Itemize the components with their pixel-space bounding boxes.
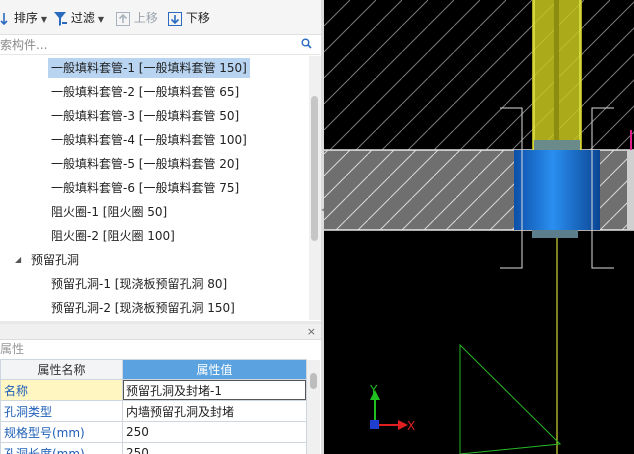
tree-item-label: 一般填料套管-1 [一般填料套管 150] bbox=[48, 58, 250, 78]
search-input[interactable] bbox=[0, 35, 296, 54]
property-name: 名称 bbox=[0, 379, 123, 401]
tree-item-label: 一般填料套管-5 [一般填料套管 20] bbox=[51, 157, 240, 171]
move-down-icon bbox=[168, 11, 182, 26]
tree-item-label: 一般填料套管-2 [一般填料套管 65] bbox=[51, 85, 240, 99]
move-down-button[interactable]: 下移 bbox=[168, 9, 210, 27]
move-down-label: 下移 bbox=[185, 11, 210, 25]
tree-item[interactable]: 一般填料套管-1 [一般填料套管 150] bbox=[0, 56, 308, 80]
tree-item-label: 预留孔洞-1 [现浇板预留孔洞 80] bbox=[51, 277, 228, 291]
move-up-icon bbox=[116, 11, 130, 26]
axis-y-label: Y bbox=[369, 383, 378, 397]
tree-item[interactable]: 一般填料套管-3 [一般填料套管 50] bbox=[0, 104, 308, 128]
tree-item[interactable]: 预留孔洞-1 [现浇板预留孔洞 80] bbox=[0, 272, 308, 296]
green-triangle bbox=[459, 343, 562, 454]
filter-label: 过滤 bbox=[70, 11, 95, 25]
tree-item-label: 一般填料套管-3 [一般填料套管 50] bbox=[51, 109, 240, 123]
property-value-input[interactable]: 预留孔洞及封堵-1 bbox=[122, 379, 307, 401]
sort-label: 排序 bbox=[13, 11, 38, 25]
properties-header-row: 属性名称 属性值 bbox=[0, 359, 307, 380]
axis-x-label: X bbox=[407, 419, 415, 433]
properties-header: × bbox=[0, 324, 321, 340]
properties-panel-title: 属性 bbox=[0, 340, 321, 359]
properties-table: 属性名称 属性值 名称 预留孔洞及封堵-1 孔洞类型 内墙预留孔洞及封堵 规格型… bbox=[0, 359, 307, 454]
properties-scrollbar-thumb[interactable] bbox=[310, 373, 317, 389]
tree-scrollbar-thumb[interactable] bbox=[311, 96, 318, 241]
property-name: 规格型号(mm) bbox=[0, 421, 123, 443]
close-icon[interactable]: × bbox=[307, 324, 316, 339]
tree-group-reserved-holes[interactable]: ◢ 预留孔洞 bbox=[0, 248, 308, 272]
tree-item[interactable]: 一般填料套管-2 [一般填料套管 65] bbox=[0, 80, 308, 104]
tree-item[interactable]: 一般填料套管-6 [一般填料套管 75] bbox=[0, 176, 308, 200]
property-row[interactable]: 规格型号(mm) 250 bbox=[0, 421, 307, 443]
drawing-viewport[interactable]: Y X bbox=[324, 0, 634, 454]
column-header-value: 属性值 bbox=[122, 359, 307, 380]
filter-icon bbox=[54, 11, 67, 26]
component-tree: 一般填料套管-1 [一般填料套管 150] 一般填料套管-2 [一般填料套管 6… bbox=[0, 55, 308, 320]
property-row[interactable]: 名称 预留孔洞及封堵-1 bbox=[0, 379, 307, 401]
tree-scrollbar[interactable] bbox=[309, 56, 321, 320]
property-name: 孔洞类型 bbox=[0, 400, 123, 422]
tree-item-label: 阻火圈-1 [阻火圈 50] bbox=[51, 205, 168, 219]
property-row[interactable]: 孔洞类型 内墙预留孔洞及封堵 bbox=[0, 400, 307, 422]
viewport-drawing: Y X bbox=[324, 0, 634, 454]
search-box bbox=[0, 35, 320, 55]
property-name: 孔洞长度(mm) bbox=[0, 442, 123, 454]
move-up-button[interactable]: 上移 bbox=[116, 9, 158, 27]
move-up-label: 上移 bbox=[133, 11, 158, 25]
tree-group-label: 预留孔洞 bbox=[31, 253, 80, 267]
tree-item[interactable]: 一般填料套管-5 [一般填料套管 20] bbox=[0, 152, 308, 176]
wall-hatch-region bbox=[324, 0, 634, 150]
column-header-name: 属性名称 bbox=[0, 359, 123, 380]
property-value[interactable]: 内墙预留孔洞及封堵 bbox=[122, 400, 307, 422]
axis-origin bbox=[370, 420, 379, 429]
filter-button[interactable]: 过滤 ▼ bbox=[53, 9, 104, 27]
collapse-triangle-icon[interactable]: ◢ bbox=[15, 248, 21, 272]
tree-item-label: 阻火圈-2 [阻火圈 100] bbox=[51, 229, 175, 243]
tree-item[interactable]: 阻火圈-1 [阻火圈 50] bbox=[0, 200, 308, 224]
shape-right-edge bbox=[627, 150, 634, 230]
pipe-inner bbox=[554, 0, 559, 150]
sort-icon bbox=[0, 12, 8, 25]
sleeve-bottom-neck bbox=[532, 230, 578, 238]
toolbar: 排序 ▼ 过滤 ▼ 上移 下移 bbox=[0, 0, 323, 35]
sort-button[interactable]: 排序 ▼ bbox=[0, 9, 47, 27]
tree-item-label: 一般填料套管-4 [一般填料套管 100] bbox=[51, 133, 247, 147]
tree-item-label: 一般填料套管-6 [一般填料套管 75] bbox=[51, 181, 240, 195]
search-icon[interactable] bbox=[301, 38, 312, 49]
properties-scrollbar[interactable] bbox=[307, 360, 320, 454]
filter-dropdown-icon: ▼ bbox=[97, 15, 104, 24]
tree-item[interactable]: 阻火圈-2 [阻火圈 100] bbox=[0, 224, 308, 248]
sort-dropdown-icon: ▼ bbox=[40, 15, 47, 24]
property-value[interactable]: 250 bbox=[122, 442, 307, 454]
property-row[interactable]: 孔洞长度(mm) 250 bbox=[0, 442, 307, 454]
tree-item-label: 预留孔洞-2 [现浇板预留孔洞 150] bbox=[51, 301, 235, 315]
left-panel: 排序 ▼ 过滤 ▼ 上移 下移 索构件... 一般填料套管-1 [一般填料套管 … bbox=[0, 0, 323, 454]
property-value[interactable]: 250 bbox=[122, 421, 307, 443]
tree-item[interactable]: 一般填料套管-4 [一般填料套管 100] bbox=[0, 128, 308, 152]
sleeve-shape bbox=[514, 150, 600, 230]
tree-item[interactable]: 预留孔洞-2 [现浇板预留孔洞 150] bbox=[0, 296, 308, 320]
